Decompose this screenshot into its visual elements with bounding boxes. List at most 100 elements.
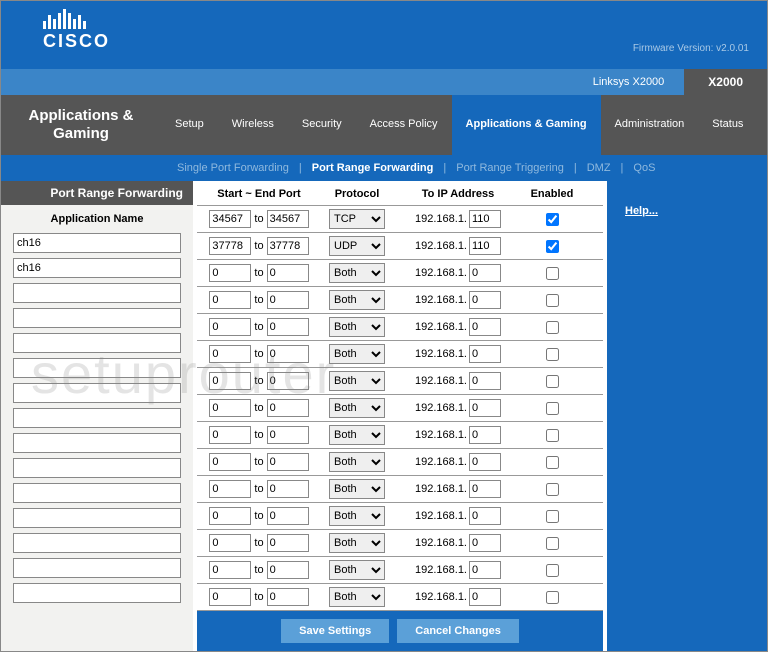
application-name-input[interactable] [13, 583, 181, 603]
start-port-input[interactable] [209, 318, 251, 336]
enabled-checkbox[interactable] [546, 402, 559, 415]
enabled-checkbox[interactable] [546, 537, 559, 550]
protocol-select[interactable]: BothTCPUDP [329, 479, 385, 499]
protocol-select[interactable]: BothTCPUDP [329, 290, 385, 310]
application-name-input[interactable] [13, 358, 181, 378]
subnav-single-port-forwarding[interactable]: Single Port Forwarding [177, 162, 289, 174]
protocol-select[interactable]: BothTCPUDP [329, 398, 385, 418]
end-port-input[interactable] [267, 237, 309, 255]
end-port-input[interactable] [267, 291, 309, 309]
save-button[interactable]: Save Settings [281, 619, 389, 643]
enabled-checkbox[interactable] [546, 213, 559, 226]
end-port-input[interactable] [267, 426, 309, 444]
start-port-input[interactable] [209, 561, 251, 579]
help-link[interactable]: Help... [625, 205, 658, 217]
ip-last-octet-input[interactable] [469, 426, 501, 444]
ip-last-octet-input[interactable] [469, 561, 501, 579]
nav-tab-administration[interactable]: Administration [601, 95, 699, 155]
enabled-checkbox[interactable] [546, 240, 559, 253]
end-port-input[interactable] [267, 318, 309, 336]
application-name-input[interactable] [13, 308, 181, 328]
ip-last-octet-input[interactable] [469, 210, 501, 228]
enabled-checkbox[interactable] [546, 483, 559, 496]
enabled-checkbox[interactable] [546, 294, 559, 307]
ip-last-octet-input[interactable] [469, 588, 501, 606]
end-port-input[interactable] [267, 399, 309, 417]
end-port-input[interactable] [267, 561, 309, 579]
ip-last-octet-input[interactable] [469, 453, 501, 471]
nav-tab-setup[interactable]: Setup [161, 95, 218, 155]
protocol-select[interactable]: BothTCPUDP [329, 506, 385, 526]
application-name-input[interactable] [13, 258, 181, 278]
application-name-input[interactable] [13, 233, 181, 253]
end-port-input[interactable] [267, 210, 309, 228]
start-port-input[interactable] [209, 426, 251, 444]
ip-last-octet-input[interactable] [469, 318, 501, 336]
enabled-checkbox[interactable] [546, 348, 559, 361]
start-port-input[interactable] [209, 480, 251, 498]
start-port-input[interactable] [209, 588, 251, 606]
end-port-input[interactable] [267, 534, 309, 552]
start-port-input[interactable] [209, 507, 251, 525]
subnav-port-range-triggering[interactable]: Port Range Triggering [456, 162, 564, 174]
ip-last-octet-input[interactable] [469, 372, 501, 390]
protocol-select[interactable]: BothTCPUDP [329, 263, 385, 283]
subnav-port-range-forwarding[interactable]: Port Range Forwarding [312, 162, 434, 174]
enabled-checkbox[interactable] [546, 429, 559, 442]
application-name-input[interactable] [13, 433, 181, 453]
ip-last-octet-input[interactable] [469, 480, 501, 498]
enabled-checkbox[interactable] [546, 321, 559, 334]
application-name-input[interactable] [13, 458, 181, 478]
protocol-select[interactable]: BothTCPUDP [329, 533, 385, 553]
application-name-input[interactable] [13, 508, 181, 528]
protocol-select[interactable]: BothTCPUDP [329, 236, 385, 256]
ip-last-octet-input[interactable] [469, 264, 501, 282]
end-port-input[interactable] [267, 588, 309, 606]
start-port-input[interactable] [209, 453, 251, 471]
protocol-select[interactable]: BothTCPUDP [329, 344, 385, 364]
protocol-select[interactable]: BothTCPUDP [329, 209, 385, 229]
protocol-select[interactable]: BothTCPUDP [329, 371, 385, 391]
protocol-select[interactable]: BothTCPUDP [329, 425, 385, 445]
end-port-input[interactable] [267, 264, 309, 282]
enabled-checkbox[interactable] [546, 267, 559, 280]
protocol-select[interactable]: BothTCPUDP [329, 317, 385, 337]
end-port-input[interactable] [267, 507, 309, 525]
enabled-checkbox[interactable] [546, 456, 559, 469]
nav-tab-applications-gaming[interactable]: Applications & Gaming [452, 95, 601, 155]
subnav-dmz[interactable]: DMZ [587, 162, 611, 174]
end-port-input[interactable] [267, 372, 309, 390]
enabled-checkbox[interactable] [546, 591, 559, 604]
start-port-input[interactable] [209, 264, 251, 282]
ip-last-octet-input[interactable] [469, 399, 501, 417]
application-name-input[interactable] [13, 408, 181, 428]
application-name-input[interactable] [13, 533, 181, 553]
start-port-input[interactable] [209, 372, 251, 390]
cancel-button[interactable]: Cancel Changes [397, 619, 519, 643]
start-port-input[interactable] [209, 534, 251, 552]
start-port-input[interactable] [209, 291, 251, 309]
end-port-input[interactable] [267, 480, 309, 498]
nav-tab-security[interactable]: Security [288, 95, 356, 155]
enabled-checkbox[interactable] [546, 564, 559, 577]
subnav-qos[interactable]: QoS [633, 162, 655, 174]
enabled-checkbox[interactable] [546, 375, 559, 388]
ip-last-octet-input[interactable] [469, 345, 501, 363]
start-port-input[interactable] [209, 345, 251, 363]
start-port-input[interactable] [209, 399, 251, 417]
protocol-select[interactable]: BothTCPUDP [329, 560, 385, 580]
application-name-input[interactable] [13, 333, 181, 353]
nav-tab-access-policy[interactable]: Access Policy [356, 95, 452, 155]
ip-last-octet-input[interactable] [469, 237, 501, 255]
application-name-input[interactable] [13, 283, 181, 303]
model-link[interactable]: Linksys X2000 [593, 76, 665, 88]
ip-last-octet-input[interactable] [469, 291, 501, 309]
application-name-input[interactable] [13, 558, 181, 578]
nav-tab-status[interactable]: Status [698, 95, 757, 155]
start-port-input[interactable] [209, 237, 251, 255]
application-name-input[interactable] [13, 383, 181, 403]
end-port-input[interactable] [267, 345, 309, 363]
start-port-input[interactable] [209, 210, 251, 228]
nav-tab-wireless[interactable]: Wireless [218, 95, 288, 155]
protocol-select[interactable]: BothTCPUDP [329, 587, 385, 607]
